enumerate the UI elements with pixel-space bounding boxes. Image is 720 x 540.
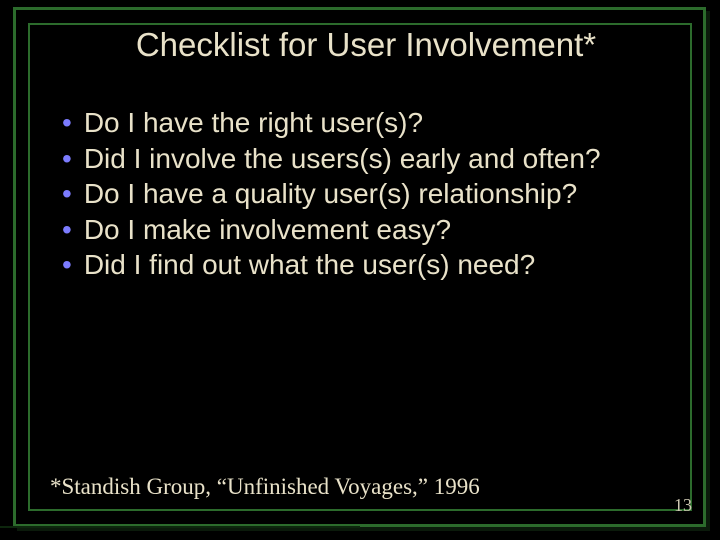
- decorative-line: [0, 526, 360, 528]
- bullet-icon: •: [62, 213, 72, 247]
- bullet-icon: •: [62, 142, 72, 176]
- bullet-text: Do I make involvement easy?: [84, 213, 662, 247]
- list-item: • Do I have a quality user(s) relationsh…: [62, 177, 662, 211]
- bullet-icon: •: [62, 248, 72, 282]
- bullet-icon: •: [62, 177, 72, 211]
- bullet-text: Did I involve the users(s) early and oft…: [84, 142, 662, 176]
- list-item: • Did I involve the users(s) early and o…: [62, 142, 662, 176]
- bullet-text: Do I have a quality user(s) relationship…: [84, 177, 662, 211]
- list-item: • Did I find out what the user(s) need?: [62, 248, 662, 282]
- footnote: *Standish Group, “Unfinished Voyages,” 1…: [50, 474, 570, 500]
- list-item: • Do I make involvement easy?: [62, 213, 662, 247]
- slide-body: • Do I have the right user(s)? • Did I i…: [62, 106, 662, 284]
- bullet-text: Did I find out what the user(s) need?: [84, 248, 662, 282]
- list-item: • Do I have the right user(s)?: [62, 106, 662, 140]
- slide-title: Checklist for User Involvement*: [62, 26, 670, 64]
- bullet-text: Do I have the right user(s)?: [84, 106, 662, 140]
- bullet-icon: •: [62, 106, 72, 140]
- page-number: 13: [674, 495, 692, 516]
- slide: Checklist for User Involvement* • Do I h…: [0, 0, 720, 540]
